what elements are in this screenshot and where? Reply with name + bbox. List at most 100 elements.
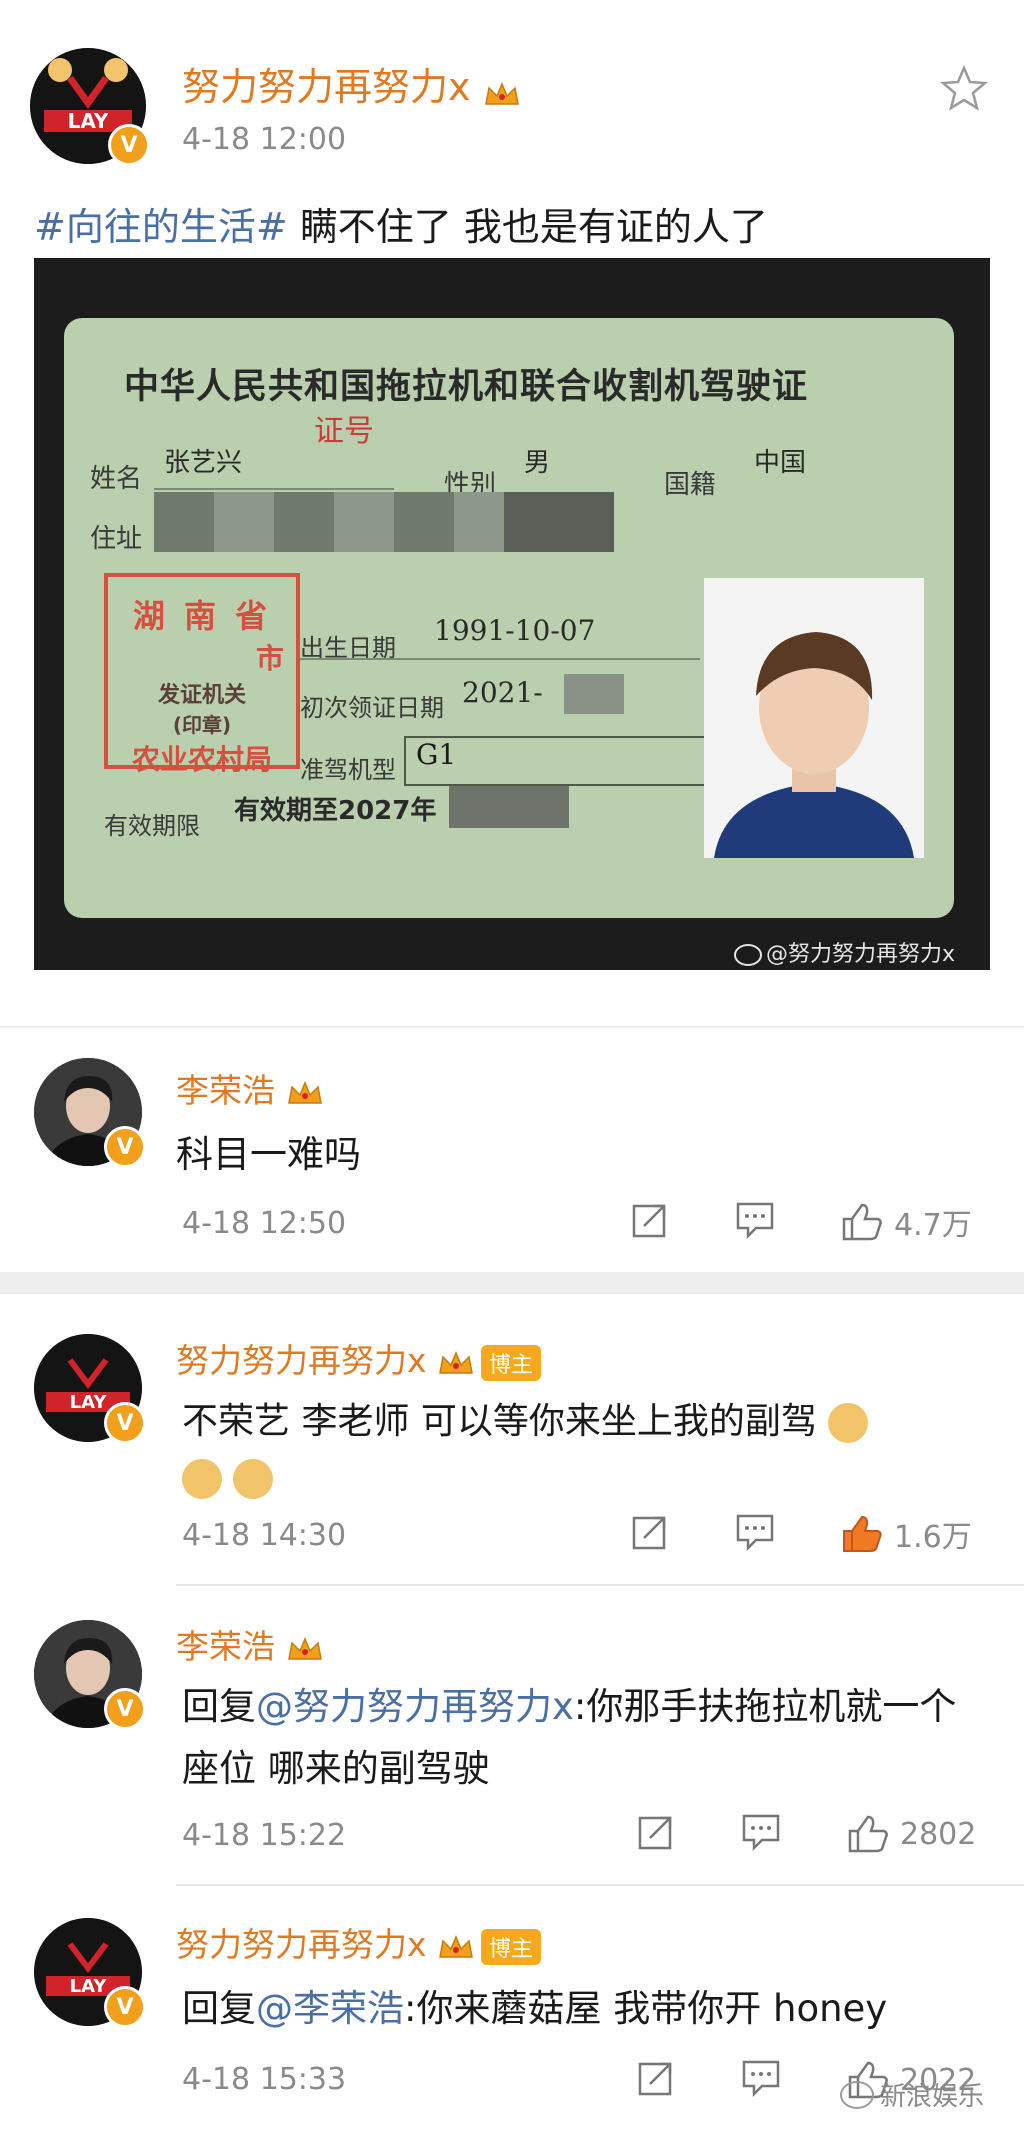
comment-author-name[interactable]: 李荣浩 [176,1071,275,1110]
license-photo[interactable]: 中华人民共和国拖拉机和联合收割机驾驶证 证号 姓名 张艺兴 性别 男 国籍 中国… [34,258,990,970]
address-redacted [154,492,514,552]
comment-author-name[interactable]: 努力努力再努力x [176,1341,427,1380]
type-value: G1 [416,738,457,771]
post-author-name[interactable]: 努力努力再努力x [182,65,471,109]
weibo-icon [734,944,762,966]
sex-value: 男 [524,448,551,478]
footer-watermark: 新浪娱乐 [840,2076,984,2113]
comment-text: 回复@努力努力再努力x:你那手扶拖拉机就一个座位 哪来的副驾驶 [182,1676,982,1800]
comment-actions: 2802 [636,1812,976,1856]
mention-link[interactable]: @李荣浩 [256,1987,404,2030]
verified-badge: V [104,1688,146,1730]
seal-line5: 农业农村局 [131,743,272,776]
comment-time: 4-18 15:33 [182,2062,347,2097]
dob-value: 1991-10-07 [434,614,596,647]
comment-text: 科目一难吗 [176,1133,361,1176]
seal-line3: 发证机关 [157,683,246,708]
reply-prefix: 回复 [182,1987,256,2030]
like-count: 1.6万 [894,1520,972,1555]
verified-badge: V [104,1126,146,1168]
crown-icon [286,1078,324,1108]
nation-value: 中国 [754,448,807,478]
verified-badge: V [108,124,150,166]
verified-badge: V [104,1402,146,1444]
reply-prefix: 回复 [182,1685,256,1728]
seal-line4: (印章) [172,713,232,737]
watermark-text: @努力努力再努力x [766,942,956,967]
svg-text:LAY: LAY [68,109,109,133]
like-count: 4.7万 [894,1208,972,1243]
comment-author-name[interactable]: 李荣浩 [176,1627,275,1666]
portrait-image [704,578,924,858]
comment-text: 回复@李荣浩:你来蘑菇屋 我带你开 honey [182,1978,1002,2032]
comment-time: 4-18 15:22 [182,1818,347,1853]
comment-icon[interactable] [740,2058,782,2102]
thumbs-up-filled-icon [843,1515,882,1552]
comment-author[interactable]: 李荣浩 [176,1064,324,1112]
thumbs-up-icon [848,1815,888,1853]
post-time: 4-18 12:00 [182,122,347,157]
first-issue-redacted [564,674,624,714]
blogger-badge: 博主 [481,1928,542,1965]
doge-emoji-icon [828,1403,869,1443]
seal-line2: 市 [255,642,284,675]
cert-no-label: 证号 [314,414,374,449]
license-card: 中华人民共和国拖拉机和联合收割机驾驶证 证号 姓名 张艺兴 性别 男 国籍 中国… [64,318,954,918]
type-label: 准驾机型 [300,756,396,784]
svg-text:LAY: LAY [70,1392,108,1413]
id-photo [704,578,924,858]
share-icon[interactable] [636,2058,676,2102]
comment-author[interactable]: 努力努力再努力x 博主 [176,1918,542,1966]
comment-author[interactable]: 李荣浩 [176,1620,324,1668]
like-button[interactable]: 1.6万 [840,1512,972,1556]
post-author[interactable]: 努力努力再努力x [182,56,521,111]
license-title: 中华人民共和国拖拉机和联合收割机驾驶证 [124,367,809,407]
comment-time: 4-18 14:30 [182,1518,347,1553]
doge-emoji-icon [233,1459,274,1499]
nation-label: 国籍 [664,470,717,500]
crown-icon [437,1348,475,1378]
favorite-star-icon[interactable] [939,64,989,116]
share-icon[interactable] [630,1200,670,1244]
comment-actions: 4.7万 [630,1200,972,1244]
comment-author-name[interactable]: 努力努力再努力x [176,1925,427,1964]
name-value: 张艺兴 [164,448,243,478]
mention-link[interactable]: @努力努力再努力x [256,1685,574,1728]
post-body: 瞒不住了 我也是有证的人了 [287,205,768,249]
seal-line1: 湖 南 省 [132,597,272,635]
share-icon[interactable] [636,1812,676,1856]
name-label: 姓名 [90,464,143,494]
post-text: #向往的生活# 瞒不住了 我也是有证的人了 [34,196,994,251]
valid-label: 有效期限 [104,812,200,840]
type-box: G1 [404,736,724,786]
like-button[interactable]: 2802 [846,1813,976,1855]
verified-badge: V [104,1986,146,2028]
comment-icon[interactable] [734,1200,776,1244]
blogger-badge: 博主 [481,1344,542,1381]
first-issue-value: 2021- [462,676,543,709]
like-count: 2802 [900,1816,977,1852]
crown-icon [286,1634,324,1664]
share-icon[interactable] [630,1512,670,1556]
comment-body: :你来蘑菇屋 我带你开 honey [404,1987,888,2030]
like-button[interactable]: 4.7万 [840,1200,972,1244]
thumbs-up-icon [842,1203,882,1241]
crown-icon [483,75,521,105]
comment-body: 不荣艺 李老师 可以等你来坐上我的副驾 [182,1401,817,1442]
issuer-seal: 湖 南 省 市 发证机关 (印章) 农业农村局 [104,573,300,776]
comment-time: 4-18 12:50 [182,1206,347,1241]
doge-emoji-icon [182,1459,222,1499]
address-label: 住址 [90,524,143,554]
comment-icon[interactable] [734,1512,776,1556]
address-redacted-2 [504,492,614,552]
svg-text:LAY: LAY [70,1976,108,1997]
comment-author[interactable]: 努力努力再努力x 博主 [176,1334,542,1382]
crown-icon [437,1932,475,1962]
comment-icon[interactable] [740,1812,782,1856]
valid-redacted [449,786,569,828]
valid-value: 有效期至2027年 [234,796,437,826]
comment-text: 不荣艺 李老师 可以等你来坐上我的副驾 [182,1394,982,1506]
comment-actions: 1.6万 [630,1512,972,1556]
hashtag-link[interactable]: #向往的生活# [34,205,288,249]
first-issue-label: 初次领证日期 [300,694,444,722]
